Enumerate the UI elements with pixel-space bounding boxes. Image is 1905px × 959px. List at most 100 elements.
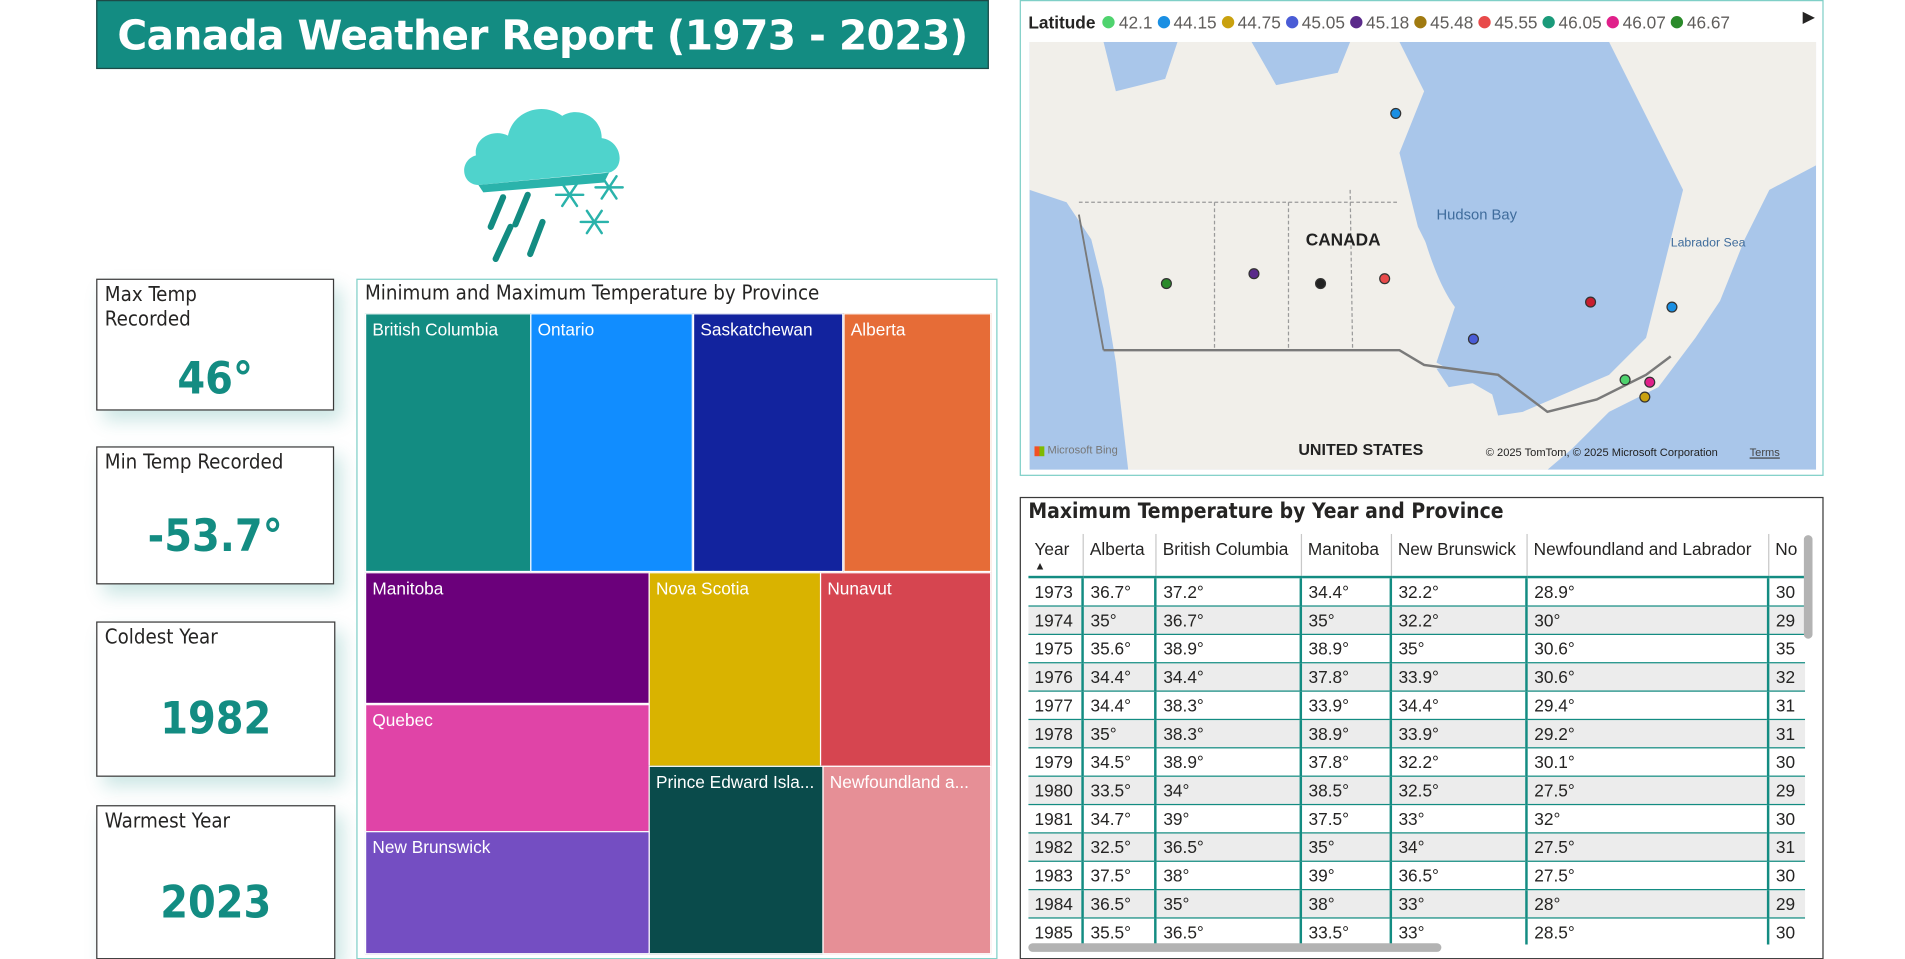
column-header-new-brunswick[interactable]: New Brunswick xyxy=(1390,533,1527,579)
column-header-nova-scotia[interactable]: No xyxy=(1767,533,1806,579)
kpi-warmest-year-label: Warmest Year xyxy=(104,808,231,833)
table-cell: 35° xyxy=(1389,634,1527,664)
column-header-label: Year xyxy=(1034,538,1070,559)
table-cell: 31 xyxy=(1767,832,1806,862)
table-cell: 38.9° xyxy=(1154,747,1302,777)
legend-item[interactable]: 45.05 xyxy=(1285,12,1346,33)
column-header-manitoba[interactable]: Manitoba xyxy=(1300,533,1392,579)
table-cell: 30.1° xyxy=(1525,747,1769,777)
legend-item[interactable]: 45.55 xyxy=(1478,12,1538,32)
table-cell: 1976 xyxy=(1028,662,1084,692)
kpi-coldest-year-card: Coldest Year 1982 xyxy=(96,621,336,777)
kpi-warmest-year-card: Warmest Year 2023 xyxy=(96,805,336,959)
table-cell: 38.3° xyxy=(1154,719,1302,749)
column-header-alberta[interactable]: Alberta xyxy=(1082,533,1156,579)
column-header-year[interactable]: Year ▲ xyxy=(1028,533,1084,579)
treemap-tile-british-columbia[interactable]: British Columbia xyxy=(364,313,532,573)
legend-item[interactable]: 46.07 xyxy=(1606,12,1666,32)
legend-item[interactable]: 46.05 xyxy=(1542,12,1602,33)
map-terms-link[interactable]: Terms xyxy=(1750,446,1780,458)
treemap-tile-newfoundland[interactable]: Newfoundland a... xyxy=(822,765,992,955)
treemap-tile-alberta[interactable]: Alberta xyxy=(843,313,992,573)
legend-dot xyxy=(1285,16,1299,29)
table-cell: 34.5° xyxy=(1081,747,1156,777)
treemap-tile-new-brunswick[interactable]: New Brunswick xyxy=(364,831,650,955)
table-cell: 32.2° xyxy=(1389,747,1527,777)
table-cell: 28° xyxy=(1525,889,1769,919)
table-cell: 32 xyxy=(1767,662,1806,692)
table-cell: 37.8° xyxy=(1299,747,1392,777)
table-cell: 30 xyxy=(1767,747,1806,777)
treemap-tile-label: Nova Scotia xyxy=(655,578,750,599)
table-cell: 32.2° xyxy=(1389,606,1527,635)
kpi-max-temp-label: Max Temp Recorded xyxy=(104,282,197,331)
map-attribution: © 2025 TomTom, © 2025 Microsoft Corporat… xyxy=(1485,446,1718,459)
legend-item[interactable]: 45.48 xyxy=(1414,12,1473,32)
table-cell: 35° xyxy=(1081,606,1156,635)
treemap-tile-ontario[interactable]: Ontario xyxy=(530,313,693,573)
column-header-newfoundland[interactable]: Newfoundland and Labrador xyxy=(1526,533,1769,579)
table-cell: 31 xyxy=(1767,691,1806,721)
table-cell: 34.4° xyxy=(1154,662,1302,692)
kpi-min-temp-card: Min Temp Recorded -53.7° xyxy=(96,446,335,585)
legend-item-label: 45.05 xyxy=(1301,12,1346,33)
matrix-table-container[interactable]: Year ▲ Alberta British Columbia Manitoba… xyxy=(1028,533,1806,945)
map-canvas[interactable]: CANADA Hudson Bay Labrador Sea UNITED ST… xyxy=(1029,41,1817,470)
table-cell: 1983 xyxy=(1028,861,1084,891)
table-cell: 33.5° xyxy=(1299,917,1392,945)
table-row: 1985 35.5° 36.5° 33.5° 33° 28.5° 30 xyxy=(1028,917,1806,945)
column-header-label: Manitoba xyxy=(1307,538,1379,559)
table-cell: 1979 xyxy=(1028,747,1084,777)
legend-dot xyxy=(1102,16,1116,29)
legend-item[interactable]: 44.75 xyxy=(1221,12,1281,32)
table-cell: 33° xyxy=(1389,889,1527,919)
treemap-tile-prince-edward-island[interactable]: Prince Edward Isla... xyxy=(648,765,824,955)
treemap-tile-quebec[interactable]: Quebec xyxy=(364,704,650,833)
vertical-scrollbar[interactable] xyxy=(1803,535,1813,639)
table-row: 1977 34.4° 38.3° 33.9° 34.4° 29.4° 31 xyxy=(1028,691,1806,721)
table-cell: 33.9° xyxy=(1299,691,1392,721)
table-cell: 1985 xyxy=(1028,917,1084,945)
treemap-title: Minimum and Maximum Temperature by Provi… xyxy=(364,281,820,305)
table-cell: 36.5° xyxy=(1154,832,1302,862)
legend-item[interactable]: 42.1 xyxy=(1102,12,1152,32)
legend-dot xyxy=(1542,16,1555,29)
treemap-tile-label: Newfoundland a... xyxy=(829,771,969,792)
legend-item[interactable]: 44.15 xyxy=(1157,12,1217,32)
table-cell: 30 xyxy=(1767,917,1806,945)
treemap-tile-label: Saskatchewan xyxy=(700,319,813,340)
table-cell: 30 xyxy=(1767,804,1806,834)
table-cell: 35° xyxy=(1299,832,1392,862)
treemap-tile-label: Manitoba xyxy=(372,578,444,599)
column-header-british-columbia[interactable]: British Columbia xyxy=(1155,533,1302,579)
treemap-tile-manitoba[interactable]: Manitoba xyxy=(364,572,650,705)
table-row: 1979 34.5° 38.9° 37.8° 32.2° 30.1° 30 xyxy=(1028,747,1806,777)
table-cell: 29 xyxy=(1767,776,1806,806)
table-row: 1975 35.6° 38.9° 38.9° 35° 30.6° 35 xyxy=(1028,634,1806,664)
treemap-tile-nunavut[interactable]: Nunavut xyxy=(819,572,992,767)
treemap-tile-nova-scotia[interactable]: Nova Scotia xyxy=(648,572,822,767)
legend-item[interactable]: 46.67 xyxy=(1670,12,1730,32)
map-label-labrador-sea: Labrador Sea xyxy=(1670,236,1746,251)
table-cell: 38° xyxy=(1299,889,1392,919)
table-cell: 37.2° xyxy=(1154,577,1302,607)
triangle-right-icon[interactable]: ▶ xyxy=(1803,9,1815,27)
table-cell: 33° xyxy=(1389,917,1527,945)
treemap-tile-saskatchewan[interactable]: Saskatchewan xyxy=(692,313,844,573)
legend-dot xyxy=(1670,16,1684,29)
table-cell: 1974 xyxy=(1028,606,1084,635)
table-cell: 36.7° xyxy=(1154,606,1302,635)
legend-item-label: 46.05 xyxy=(1558,12,1602,33)
table-cell: 38.9° xyxy=(1154,634,1302,664)
legend-item-label: 45.18 xyxy=(1365,12,1410,33)
table-cell: 30 xyxy=(1767,861,1806,891)
table-panel: Maximum Temperature by Year and Province… xyxy=(1019,496,1824,959)
table-cell: 29.4° xyxy=(1525,691,1769,721)
table-cell: 34° xyxy=(1389,832,1527,862)
bing-label: Microsoft Bing xyxy=(1047,443,1118,457)
table-cell: 39° xyxy=(1154,804,1302,834)
table-cell: 34.7° xyxy=(1081,804,1156,834)
table-cell: 33° xyxy=(1389,804,1527,834)
table-cell: 36.5° xyxy=(1389,861,1527,891)
legend-item[interactable]: 45.18 xyxy=(1349,12,1410,33)
